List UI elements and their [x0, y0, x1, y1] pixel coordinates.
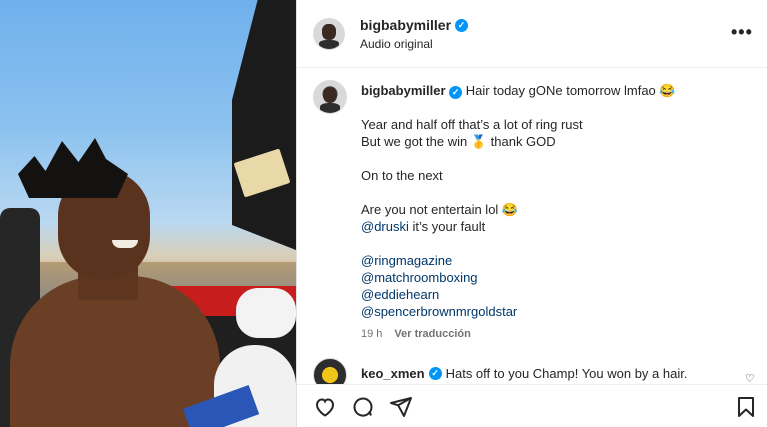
comment-icon[interactable]: [351, 395, 375, 419]
mention-link[interactable]: @druski: [361, 219, 409, 234]
more-options-icon[interactable]: •••: [731, 22, 753, 43]
bookmark-icon[interactable]: [734, 395, 758, 419]
caption-text: it’s your fault: [408, 219, 486, 234]
author-username-row[interactable]: bigbabymiller ✓: [360, 17, 469, 33]
post-caption: bigbabymiller ✓ Hair today gONe tomorrow…: [361, 82, 751, 320]
caption-username[interactable]: bigbabymiller: [361, 83, 446, 98]
verified-badge-icon: ✓: [449, 86, 463, 99]
caption-line: Are you not entertain lol 😂: [361, 202, 519, 217]
verified-badge-icon: ✓: [455, 18, 469, 32]
caption-author-avatar[interactable]: [313, 80, 347, 114]
author-avatar[interactable]: [313, 18, 345, 50]
tag-link[interactable]: @ringmagazine: [361, 252, 751, 269]
tag-link[interactable]: @spencerbrownmrgoldstar: [361, 303, 751, 320]
image-person-hair: [18, 138, 128, 198]
post-time: 19 h: [361, 328, 383, 340]
caption-meta: 19 h Ver traducción: [361, 328, 471, 340]
post-header: bigbabymiller ✓ Audio original •••: [297, 0, 767, 68]
image-boxing-glove-right: [236, 288, 296, 338]
tag-link[interactable]: @matchroomboxing: [361, 269, 751, 286]
image-person-smile: [112, 240, 138, 248]
comment-text: Hats off to you Champ! You won by a hair…: [445, 366, 688, 381]
verified-badge-icon: ✓: [428, 367, 442, 380]
send-icon[interactable]: [389, 395, 413, 419]
caption-title: Hair today gONe tomorrow lmfao 😂: [465, 83, 676, 98]
action-bar: [297, 384, 767, 427]
commenter-username[interactable]: keo_xmen: [361, 366, 425, 381]
post-details-panel: bigbabymiller ✓ Audio original ••• bigba…: [296, 0, 767, 427]
audio-label[interactable]: Audio original: [360, 37, 433, 51]
image-windshield-pillar: [232, 0, 296, 250]
author-username[interactable]: bigbabymiller: [360, 17, 451, 33]
see-translation-button[interactable]: Ver traducción: [394, 328, 470, 340]
tag-link[interactable]: @eddiehearn: [361, 286, 751, 303]
caption-line: Year and half off that’s a lot of ring r…: [361, 117, 583, 132]
heart-icon[interactable]: [313, 395, 337, 419]
caption-first-line: bigbabymiller ✓ Hair today gONe tomorrow…: [361, 82, 751, 99]
comment: keo_xmen ✓ Hats off to you Champ! You wo…: [361, 366, 687, 381]
caption-mention-line: @druski it’s your fault: [361, 218, 751, 235]
caption-line: On to the next: [361, 168, 443, 183]
post-image[interactable]: [0, 0, 296, 427]
caption-line: But we got the win 🥇 thank GOD: [361, 134, 556, 149]
